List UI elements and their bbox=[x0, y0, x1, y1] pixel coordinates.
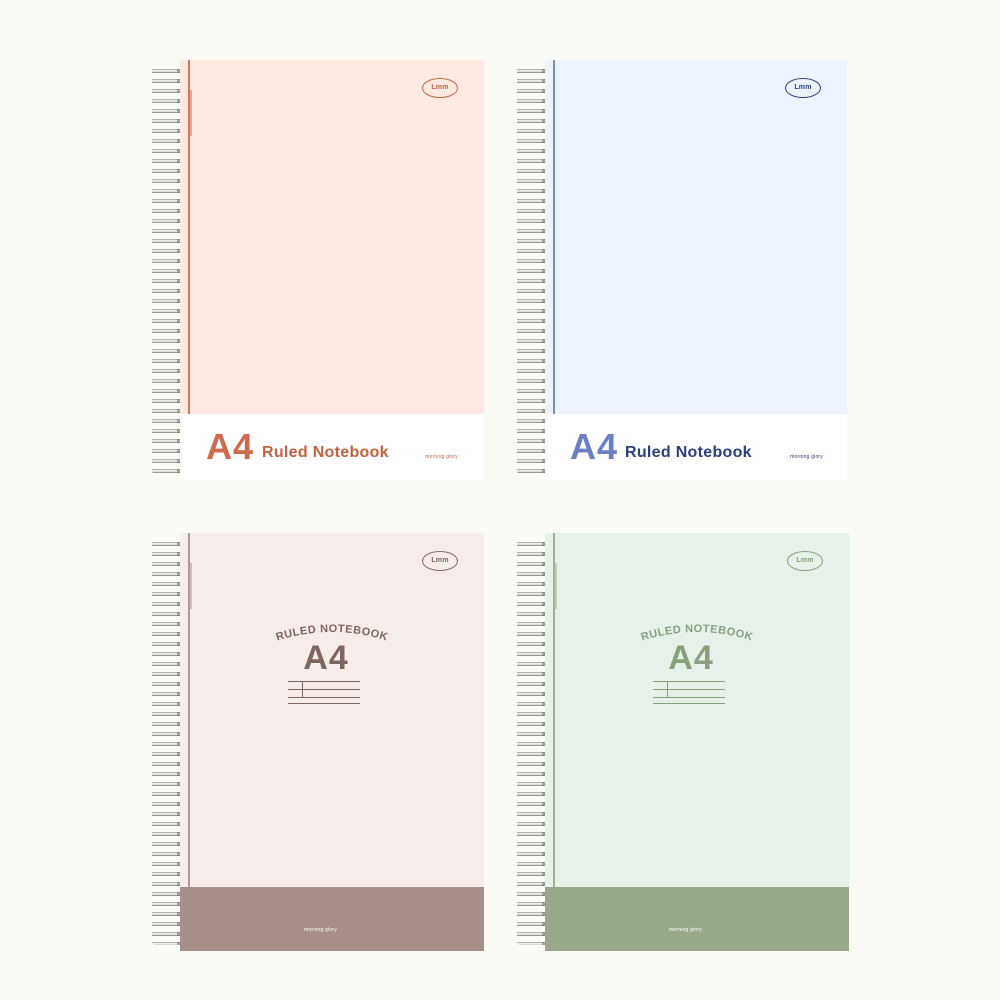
notebook-peach: Lmm A4 Ruled Notebook morning glory bbox=[152, 60, 484, 480]
ruled-lines-icon bbox=[653, 681, 725, 705]
notebook-cover: Lmm A4 Ruled Notebook morning glory bbox=[545, 60, 847, 480]
a4-label: A4 bbox=[570, 426, 619, 467]
notebook-cover: Lmm A4 Ruled Notebook morning glory bbox=[180, 60, 484, 480]
color-band: morning glory bbox=[180, 887, 484, 951]
a4-label: A4 bbox=[668, 639, 714, 677]
notebook-mauve: Lmm RULED NOTEBOOK A4 morning glory bbox=[152, 533, 484, 951]
spiral-binding bbox=[517, 66, 547, 474]
brand-text: morning glory bbox=[669, 927, 702, 933]
brand-logo: Lmm bbox=[785, 78, 821, 98]
spine-mark bbox=[555, 563, 557, 609]
brand-text: morning glory bbox=[425, 454, 458, 460]
notebook-blue: Lmm A4 Ruled Notebook morning glory bbox=[517, 60, 847, 480]
a4-label: A4 bbox=[303, 639, 349, 677]
a4-label: A4 bbox=[206, 426, 255, 467]
notebook-cover: Lmm RULED NOTEBOOK A4 morning glory bbox=[545, 533, 849, 951]
title-band: A4 Ruled Notebook morning glory bbox=[545, 414, 847, 480]
spiral-binding bbox=[152, 539, 182, 945]
title-band: A4 Ruled Notebook morning glory bbox=[180, 414, 484, 480]
brand-text: morning glory bbox=[790, 454, 823, 460]
notebook-title: Ruled Notebook bbox=[262, 444, 389, 461]
spine-mark bbox=[190, 90, 192, 136]
brand-logo: Lmm bbox=[422, 551, 458, 571]
notebook-title: Ruled Notebook bbox=[625, 444, 752, 461]
brand-logo: Lmm bbox=[787, 551, 823, 571]
spiral-binding bbox=[517, 539, 547, 945]
brand-logo: Lmm bbox=[422, 78, 458, 98]
color-band: morning glory bbox=[545, 887, 849, 951]
notebook-mint: Lmm RULED NOTEBOOK A4 morning glory bbox=[517, 533, 849, 951]
product-image: Lmm A4 Ruled Notebook morning glory Lmm … bbox=[0, 0, 1000, 1000]
spine-mark bbox=[190, 563, 192, 609]
notebook-cover: Lmm RULED NOTEBOOK A4 morning glory bbox=[180, 533, 484, 951]
ruled-lines-icon bbox=[288, 681, 360, 705]
brand-text: morning glory bbox=[304, 927, 337, 933]
spiral-binding bbox=[152, 66, 182, 474]
